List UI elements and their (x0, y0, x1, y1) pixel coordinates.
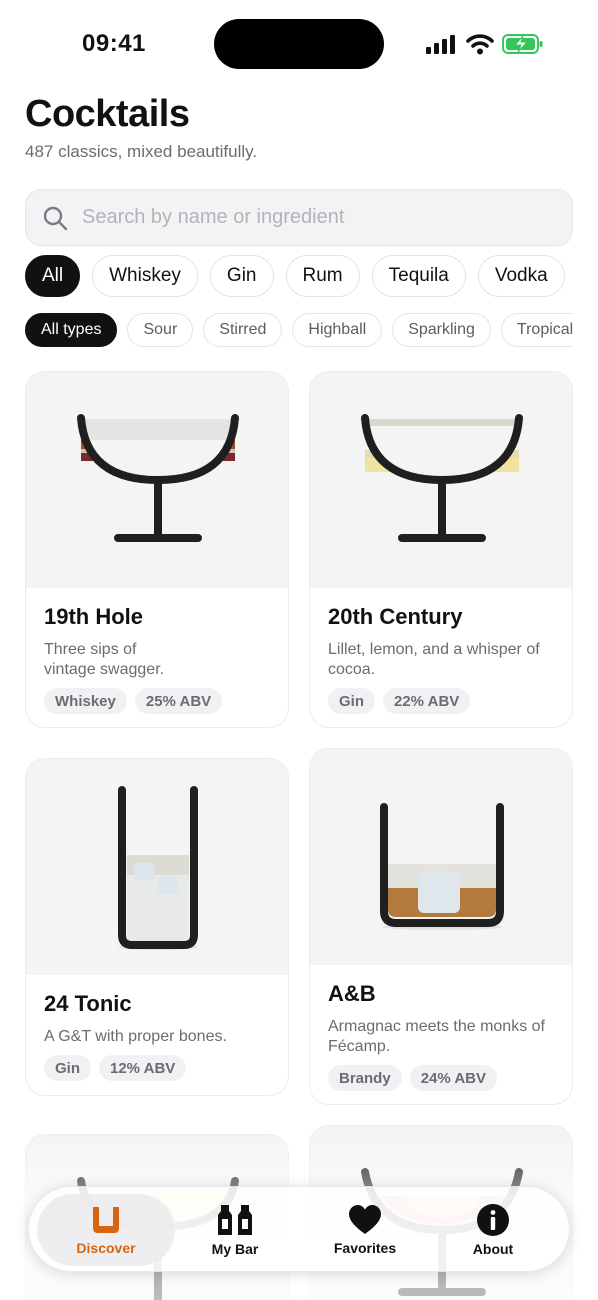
abv-tag: 12% ABV (99, 1055, 187, 1081)
cocktail-name: 20th Century (328, 604, 463, 629)
abv-tag: 24% ABV (409, 1065, 497, 1091)
cocktail-card[interactable]: 24 Tonic A G&T with proper bones. Gin 12… (25, 758, 289, 1096)
battery-charging-icon (502, 34, 543, 54)
spirit-tag: Gin (328, 688, 375, 714)
wifi-icon (466, 34, 494, 55)
cocktail-card[interactable]: A&B Armagnac meets the monks of Fécamp. … (309, 748, 573, 1105)
cocktail-card[interactable]: 20th Century Lillet, lemon, and a whispe… (309, 371, 573, 728)
page-title: Cocktails (25, 93, 190, 135)
spirit-tag: Brandy (328, 1065, 402, 1091)
signal-icon (426, 35, 455, 54)
cocktail-description: A G&T with proper bones. (44, 1028, 227, 1045)
tab-bar: Discover My Bar Favorites About (28, 1186, 570, 1272)
tab-my-bar[interactable]: My Bar (170, 1187, 300, 1273)
page-subtitle: 487 classics, mixed beautifully. (25, 142, 258, 161)
status-bar: 09:41 (0, 0, 598, 90)
spirit-tag: Whiskey (44, 688, 127, 714)
coupe-glass-icon (361, 414, 523, 542)
tab-label: My Bar (211, 1241, 259, 1257)
chip-stirred[interactable]: Stirred (203, 313, 283, 347)
spirit-tag: Gin (44, 1055, 91, 1081)
cocktail-description: Lillet, lemon, and a whisper of cocoa. (328, 641, 540, 678)
chip-sparkling[interactable]: Sparkling (392, 313, 491, 347)
chip-all[interactable]: All (25, 255, 81, 297)
chip-tropical[interactable]: Tropical (500, 313, 573, 347)
card-image (26, 759, 288, 975)
card-image (26, 372, 288, 588)
card-image (310, 749, 572, 965)
cocktail-description: Three sips of vintage swagger. (44, 641, 165, 678)
coupe-glass-icon (77, 414, 239, 542)
cocktail-description: Armagnac meets the monks of Fécamp. (328, 1018, 545, 1055)
search-bar[interactable]: Search by name or ingredient (25, 189, 573, 246)
chip-vodka[interactable]: Vodka (477, 255, 565, 297)
search-icon (43, 206, 68, 230)
bottles-icon (218, 1205, 252, 1235)
cocktail-name: 19th Hole (44, 604, 144, 629)
chip-highball[interactable]: Highball (292, 313, 383, 347)
chip-sour[interactable]: Sour (127, 313, 194, 347)
chip-all-types[interactable]: All types (25, 313, 118, 347)
rocks-glass-icon (380, 803, 504, 930)
highball-glass-icon (118, 786, 198, 950)
tab-label: About (472, 1241, 514, 1257)
tab-label: Favorites (333, 1240, 397, 1256)
status-time: 09:41 (82, 30, 146, 57)
abv-tag: 22% ABV (383, 688, 471, 714)
dynamic-island (214, 19, 384, 69)
cocktail-name: A&B (328, 981, 376, 1006)
spirit-filter-row[interactable]: All Whiskey Gin Rum Tequila Vodka (25, 255, 573, 297)
search-input[interactable]: Search by name or ingredient (82, 206, 344, 229)
tab-discover[interactable]: Discover (41, 1187, 171, 1273)
tab-about[interactable]: About (428, 1187, 558, 1273)
chip-whiskey[interactable]: Whiskey (92, 255, 198, 297)
chip-tequila[interactable]: Tequila (371, 255, 466, 297)
cocktail-name: 24 Tonic (44, 991, 132, 1016)
chip-rum[interactable]: Rum (285, 255, 360, 297)
type-filter-row[interactable]: All types Sour Stirred Highball Sparklin… (25, 313, 573, 347)
tab-favorites[interactable]: Favorites (300, 1187, 430, 1273)
cocktail-card[interactable]: 19th Hole Three sips of vintage swagger.… (25, 371, 289, 728)
chip-gin[interactable]: Gin (209, 255, 274, 297)
heart-icon (349, 1205, 381, 1234)
tab-label: Discover (76, 1240, 136, 1256)
abv-tag: 25% ABV (134, 688, 223, 714)
status-icons (426, 30, 544, 58)
info-icon (477, 1204, 509, 1236)
card-image (310, 372, 572, 588)
cup-icon (93, 1207, 119, 1233)
